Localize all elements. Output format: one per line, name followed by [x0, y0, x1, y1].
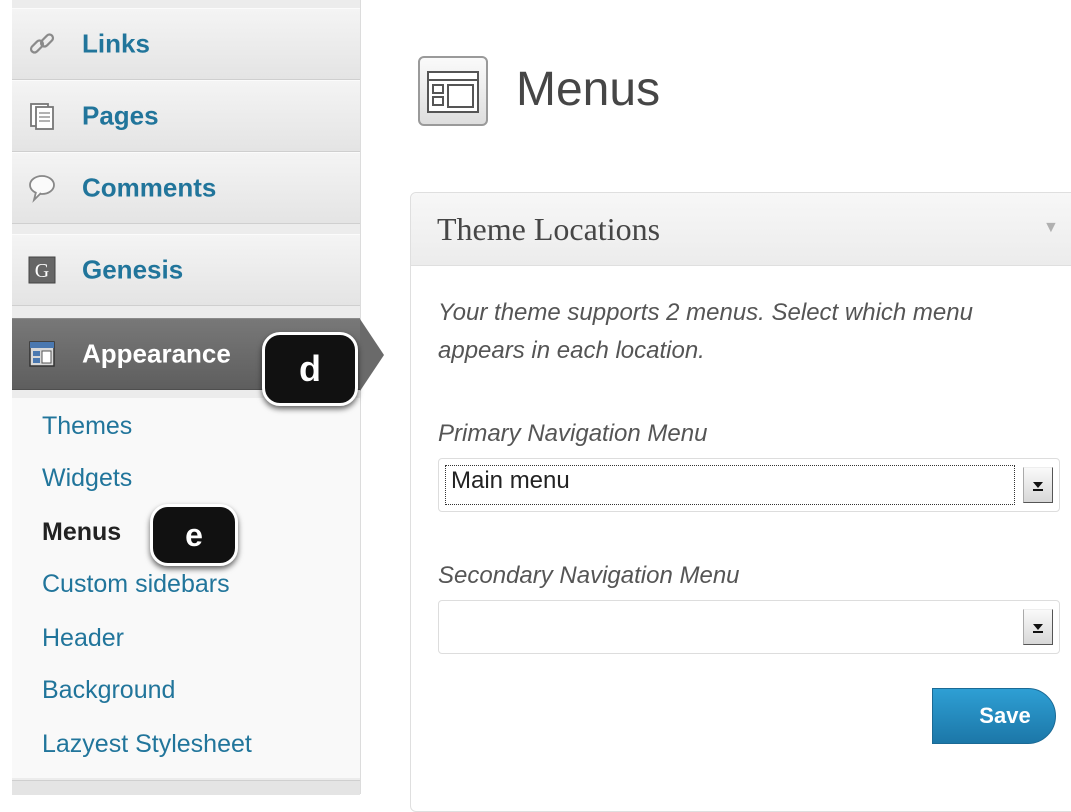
menus-page-icon	[418, 56, 488, 126]
callout-e: e	[150, 504, 238, 566]
sidebar-item-label: Appearance	[82, 338, 231, 369]
sidebar-item-links[interactable]: Links	[12, 8, 360, 80]
sidebar-divider	[12, 780, 360, 795]
submenu-item-menus[interactable]: Menus	[42, 518, 121, 547]
sidebar-item-label: Genesis	[82, 254, 184, 285]
secondary-menu-select[interactable]	[438, 600, 1060, 654]
panel-header[interactable]: Theme Locations ▼	[411, 193, 1071, 266]
primary-menu-value: Main menu	[451, 467, 570, 494]
sidebar-item-label: Links	[82, 28, 150, 59]
dropdown-arrow-icon[interactable]	[1023, 467, 1053, 503]
primary-menu-select[interactable]: Main menu	[438, 458, 1060, 512]
sidebar-item-comments[interactable]: Comments	[12, 152, 360, 224]
submenu-item-widgets[interactable]: Widgets	[42, 464, 132, 493]
pages-icon	[26, 100, 58, 132]
comments-icon	[26, 172, 58, 204]
theme-support-note: Your theme supports 2 menus. Select whic…	[438, 299, 973, 364]
sidebar-item-pages[interactable]: Pages	[12, 80, 360, 152]
submenu-item-header[interactable]: Header	[42, 624, 124, 653]
dropdown-arrow-icon[interactable]	[1023, 609, 1053, 645]
sidebar-item-label: Pages	[82, 100, 159, 131]
callout-d: d	[262, 332, 358, 406]
svg-text:G: G	[35, 260, 49, 282]
appearance-icon	[26, 338, 58, 370]
save-button[interactable]: Save	[932, 688, 1056, 744]
primary-menu-label: Primary Navigation Menu	[438, 420, 708, 447]
submenu-item-themes[interactable]: Themes	[42, 412, 132, 441]
submenu-item-lazyest-stylesheet[interactable]: Lazyest Stylesheet	[42, 730, 252, 759]
genesis-icon: G	[26, 254, 58, 286]
secondary-menu-label: Secondary Navigation Menu	[438, 562, 740, 589]
sidebar-item-label: Comments	[82, 172, 217, 203]
active-indicator-arrow	[360, 319, 384, 391]
submenu-item-custom-sidebars[interactable]: Custom sidebars	[42, 570, 230, 599]
collapse-toggle-icon[interactable]: ▼	[1043, 219, 1059, 237]
sidebar-item-genesis[interactable]: G Genesis	[12, 234, 360, 306]
links-icon	[26, 28, 58, 60]
appearance-submenu: Themes Widgets Menus Custom sidebars Hea…	[12, 398, 360, 778]
submenu-item-background[interactable]: Background	[42, 676, 175, 705]
panel-title: Theme Locations	[437, 211, 661, 247]
page-title: Menus	[516, 63, 661, 116]
